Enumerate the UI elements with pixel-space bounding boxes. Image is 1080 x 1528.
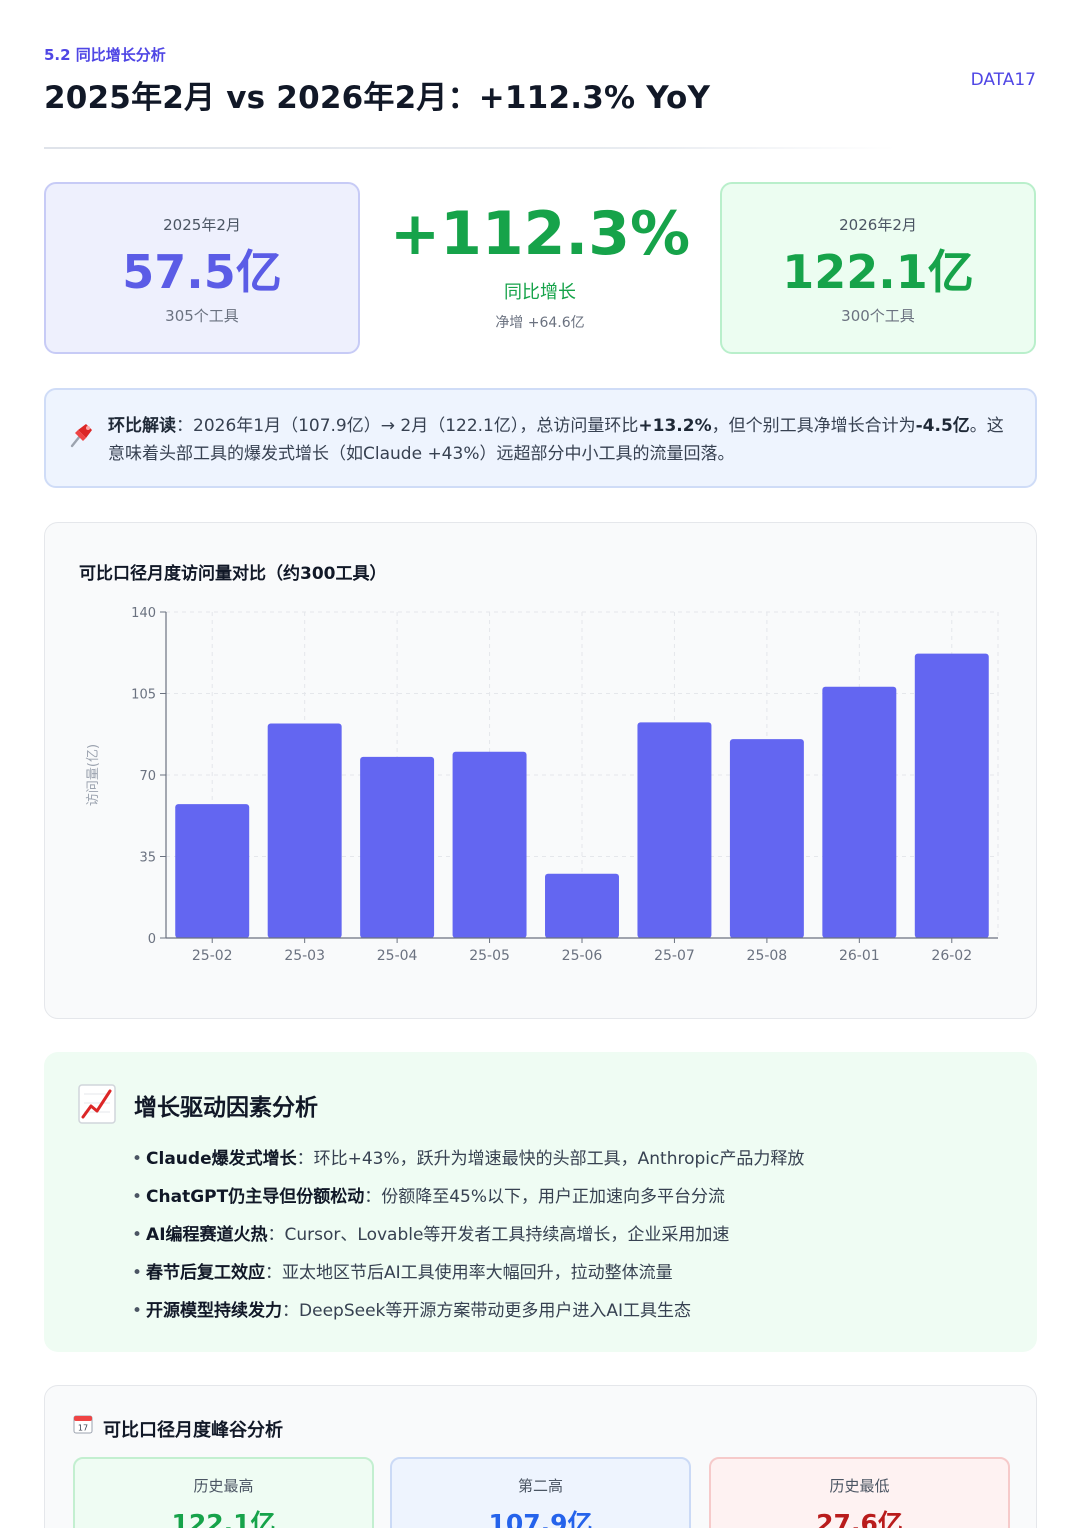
stat-value: 122.1亿: [782, 245, 974, 299]
driver-text: ：环比+43%，跃升为增速最快的头部工具，Anthropic产品力释放: [296, 1149, 805, 1169]
insight-part: ：2026年1月（107.9亿）→ 2月（122.1亿），总访问量环比: [176, 416, 639, 436]
peak-title: 可比口径月度峰谷分析: [103, 1420, 283, 1441]
stat-period: 2025年2月: [163, 216, 241, 234]
driver-label: 开源模型持续发力: [146, 1301, 283, 1321]
stat-tools: 305个工具: [165, 307, 239, 325]
drivers-list: • Claude爆发式增长：环比+43%，跃升为增速最快的头部工具，Anthrop…: [132, 1140, 804, 1330]
bar: [360, 756, 435, 938]
page-title: 2025年2月 vs 2026年2月：+112.3% YoY: [44, 80, 711, 116]
list-item: • ChatGPT仍主导但份额松动：份额降至45%以下，用户正加速向多平台分流: [132, 1187, 726, 1207]
x-tick-label: 25-07: [654, 948, 695, 964]
calendar-icon: 17: [73, 1415, 93, 1434]
x-tick-label: 25-08: [747, 948, 788, 964]
peak-label: 第二高: [517, 1477, 563, 1495]
stat-tools: 300个工具: [841, 307, 915, 325]
driver-text: ：DeepSeek等开源方案带动更多用户进入AI工具生态: [282, 1301, 692, 1321]
bar: [175, 804, 250, 938]
x-tick-label: 26-02: [931, 948, 972, 964]
driver-text: ：亚太地区节后AI工具使用率大幅回升，拉动整体流量: [265, 1263, 673, 1283]
insight-mom: +13.2%: [638, 416, 712, 436]
drivers-title: 增长驱动因素分析: [134, 1095, 318, 1121]
svg-text:17: 17: [78, 1424, 88, 1433]
driver-label: ChatGPT仍主导但份额松动: [146, 1187, 365, 1207]
driver-text: ：Cursor、Lovable等开发者工具持续高增长，企业采用加速: [267, 1225, 730, 1245]
bar: [914, 653, 989, 938]
list-item: • 春节后复工效应：亚太地区节后AI工具使用率大幅回升，拉动整体流量: [132, 1263, 673, 1283]
insight-lead: 环比解读: [108, 416, 176, 436]
peak-label: 历史最低: [829, 1477, 890, 1495]
growth-label: 同比增长: [504, 282, 576, 303]
bar: [822, 686, 897, 938]
y-axis-label: 访问量(亿): [86, 744, 101, 806]
list-item: • AI编程赛道火热：Cursor、Lovable等开发者工具持续高增长，企业采用…: [132, 1225, 730, 1245]
title-divider: [44, 147, 896, 149]
driver-label: Claude爆发式增长: [146, 1149, 297, 1169]
bar: [729, 739, 804, 938]
y-tick-label: 70: [139, 769, 156, 784]
section-label: 5.2 同比增长分析: [44, 46, 166, 64]
x-tick-label: 25-06: [562, 948, 603, 964]
insight-net: -4.5亿: [915, 416, 970, 436]
stat-card-2026: 2026年2月 122.1亿 300个工具: [720, 182, 1036, 354]
bar: [545, 873, 619, 938]
y-tick-label: 0: [148, 932, 156, 947]
y-tick-label: 105: [131, 688, 156, 703]
peak-value: 122.1亿: [171, 1509, 276, 1528]
peak-card-highest: 历史最高 122.1亿: [73, 1457, 374, 1528]
list-item: • 开源模型持续发力：DeepSeek等开源方案带动更多用户进入AI工具生态: [132, 1301, 692, 1321]
list-item: • Claude爆发式增长：环比+43%，跃升为增速最快的头部工具，Anthrop…: [132, 1149, 805, 1169]
bar-chart: 0 35 70 105 140 25-02 25-03 25-04 25-05 25-06 25-0…: [86, 606, 999, 964]
insight-text: 环比解读：2026年1月（107.9亿）→ 2月（122.1亿），总访问量环比+…: [108, 412, 1013, 468]
growth-percentage: +112.3%: [389, 199, 691, 269]
bar: [452, 751, 527, 938]
x-tick-label: 25-05: [469, 948, 510, 964]
y-tick-label: 140: [131, 606, 156, 621]
x-tick-label: 25-03: [284, 948, 325, 964]
yoy-growth: +112.3% 同比增长 净增 +64.6亿: [380, 196, 700, 332]
bar: [267, 723, 342, 938]
chart-increasing-icon: [78, 1084, 116, 1124]
insight-box: 环比解读：2026年1月（107.9亿）→ 2月（122.1亿），总访问量环比+…: [44, 388, 1037, 488]
peak-value: 27.6亿: [816, 1509, 903, 1528]
peak-card-second: 第二高 107.9亿: [390, 1457, 691, 1528]
peak-label: 历史最高: [193, 1477, 254, 1495]
stat-card-2025: 2025年2月 57.5亿 305个工具: [44, 182, 360, 354]
peak-valley-section: 17 可比口径月度峰谷分析 历史最高 122.1亿 第二高 107.9亿 历史最…: [44, 1385, 1037, 1528]
peak-card-lowest: 历史最低 27.6亿: [709, 1457, 1010, 1528]
net-growth: 净增 +64.6亿: [495, 315, 585, 331]
pushpin-icon: [70, 424, 92, 448]
drivers-section: 增长驱动因素分析 • Claude爆发式增长：环比+43%，跃升为增速最快的头部工…: [44, 1052, 1037, 1352]
stat-period: 2026年2月: [839, 216, 917, 234]
insight-part: ，但个别工具净增长合计为: [711, 416, 916, 436]
driver-label: 春节后复工效应: [146, 1263, 266, 1283]
bar: [637, 722, 712, 938]
x-tick-label: 25-02: [192, 948, 233, 964]
brand-label: DATA17: [970, 70, 1036, 90]
x-tick-label: 26-01: [839, 948, 880, 964]
stat-value: 57.5亿: [122, 245, 282, 299]
x-tick-label: 25-04: [377, 948, 418, 964]
driver-label: AI编程赛道火热: [146, 1225, 268, 1245]
chart-card: 可比口径月度访问量对比（约300工具） 0 35 70 105 140 25-02 25-0…: [44, 522, 1037, 1019]
peak-value: 107.9亿: [488, 1509, 593, 1528]
y-tick-label: 35: [139, 851, 156, 866]
driver-text: ：份额降至45%以下，用户正加速向多平台分流: [364, 1187, 726, 1207]
